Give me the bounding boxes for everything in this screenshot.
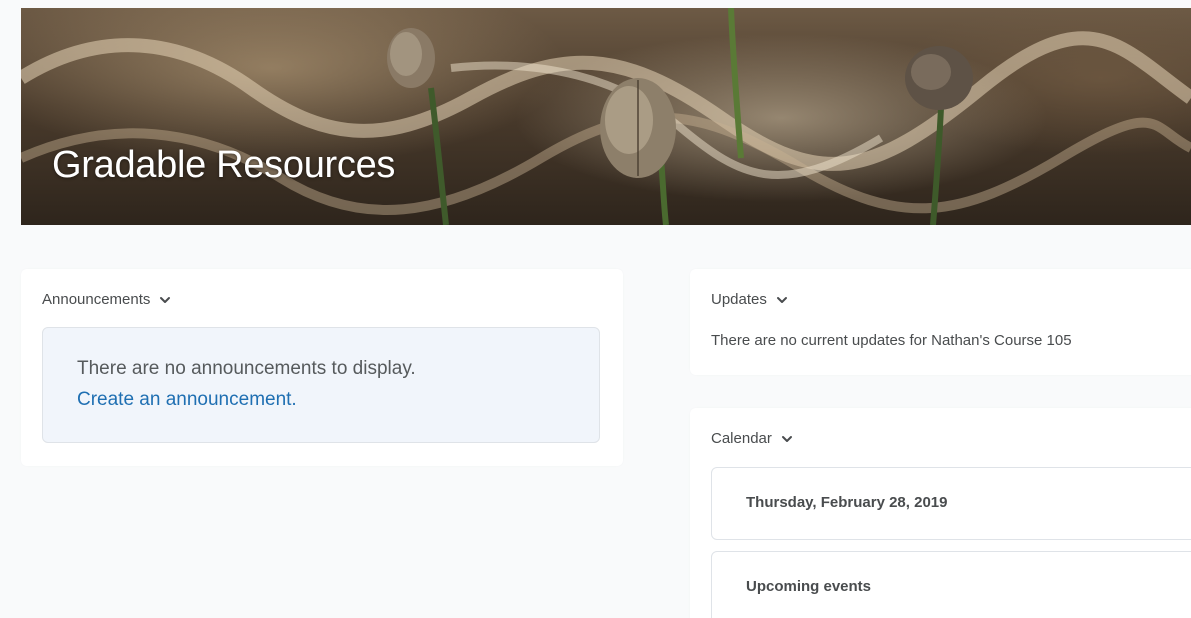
calendar-date: Thursday, February 28, 2019 xyxy=(746,494,948,511)
updates-widget: Updates There are no current updates for… xyxy=(690,269,1191,375)
course-banner: Gradable Resources xyxy=(21,8,1191,225)
calendar-date-panel[interactable]: Thursday, February 28, 2019 xyxy=(711,467,1191,540)
announcements-title: Announcements xyxy=(42,291,151,308)
calendar-header[interactable]: Calendar xyxy=(711,430,793,447)
calendar-title: Calendar xyxy=(711,430,772,447)
updates-title: Updates xyxy=(711,291,767,308)
updates-empty-text: There are no current updates for Nathan'… xyxy=(711,332,1072,349)
course-homepage: Gradable Resources Announcements There a… xyxy=(0,0,1191,618)
upcoming-events-panel[interactable]: Upcoming events xyxy=(711,551,1191,618)
upcoming-events-title: Upcoming events xyxy=(746,578,872,595)
announcements-empty-panel: There are no announcements to display. C… xyxy=(42,327,600,443)
chevron-down-icon[interactable] xyxy=(781,433,793,445)
banner-image xyxy=(21,8,1191,225)
chevron-down-icon[interactable] xyxy=(159,294,171,306)
calendar-widget: Calendar Thursday, February 28, 2019 Upc… xyxy=(690,408,1191,618)
create-announcement-link[interactable]: Create an announcement. xyxy=(77,389,297,411)
announcements-header[interactable]: Announcements xyxy=(42,291,171,308)
announcements-widget: Announcements There are no announcements… xyxy=(21,269,623,466)
page-title: Gradable Resources xyxy=(52,144,396,186)
updates-header[interactable]: Updates xyxy=(711,291,788,308)
announcements-empty-text: There are no announcements to display. xyxy=(77,358,416,379)
chevron-down-icon[interactable] xyxy=(776,294,788,306)
